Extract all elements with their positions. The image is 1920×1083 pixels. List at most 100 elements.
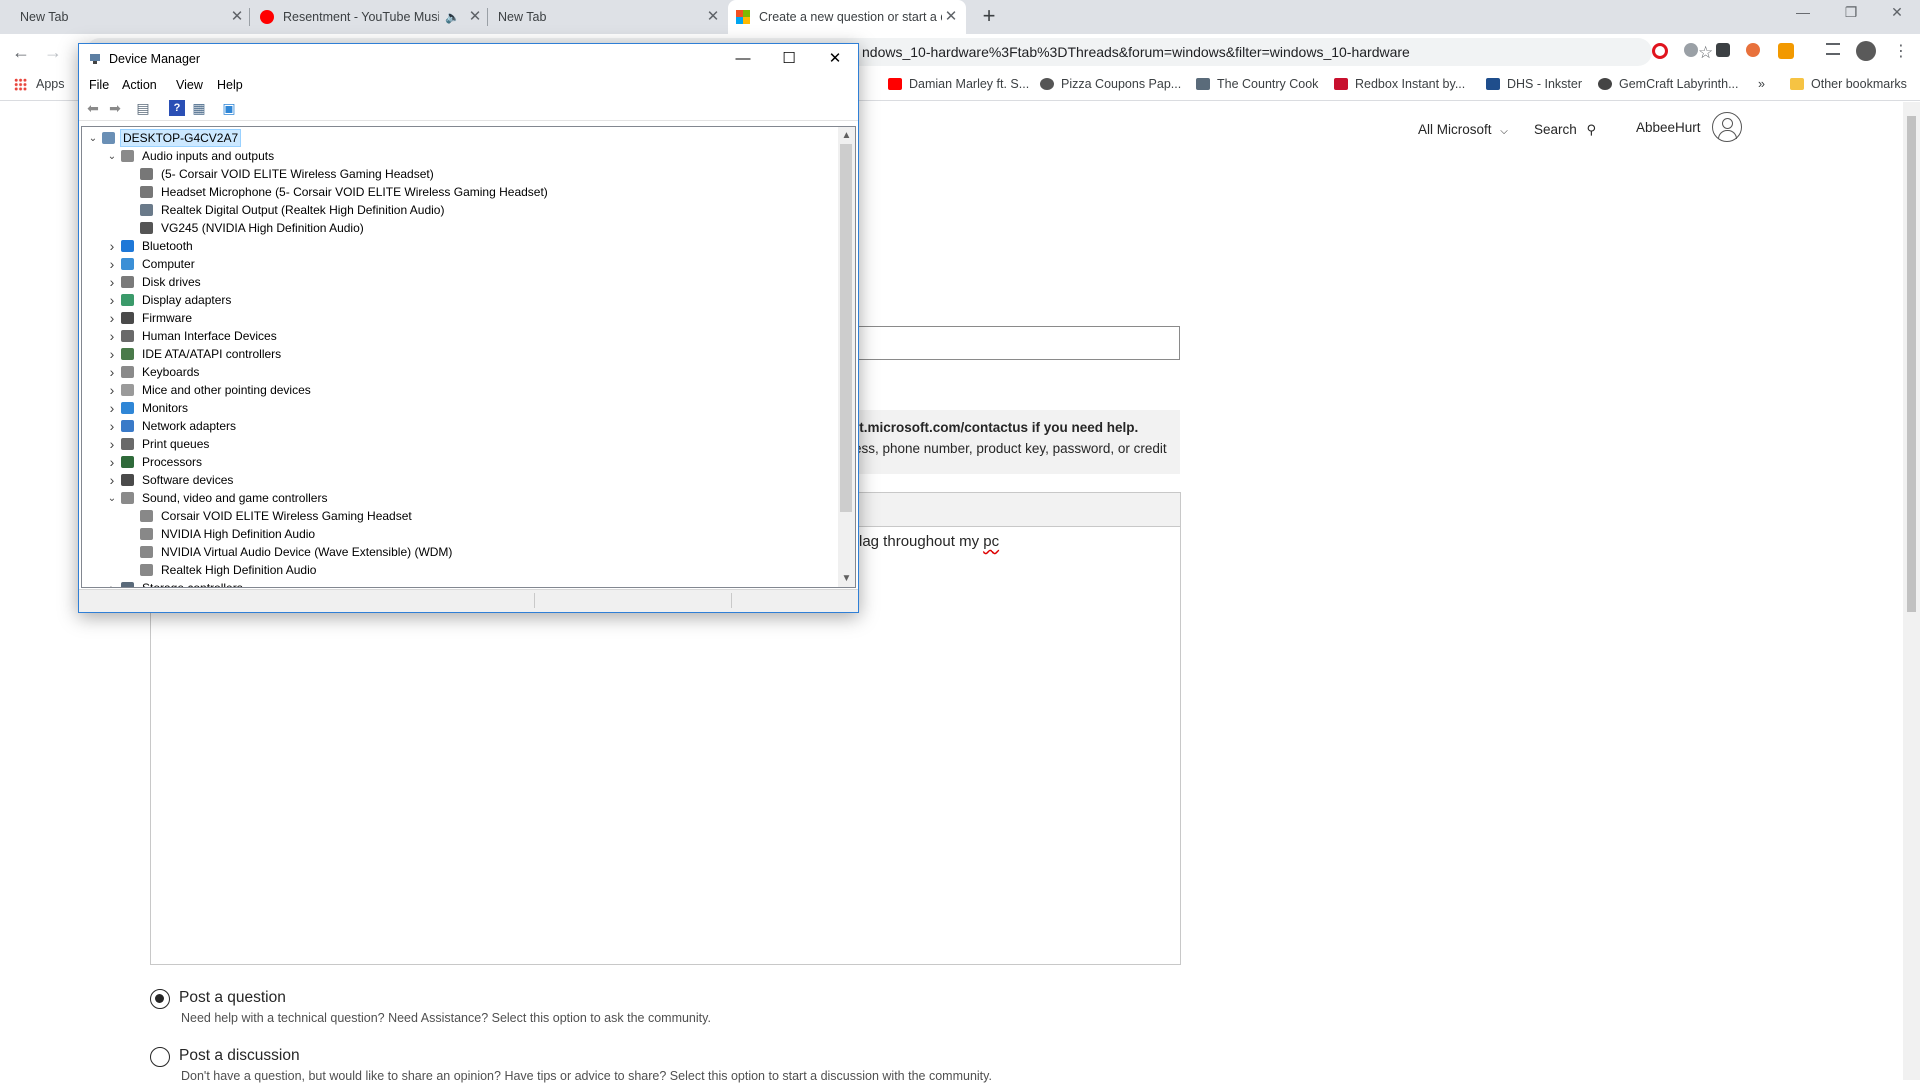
opera-extension-icon[interactable] [1652, 43, 1668, 59]
tab-youtube-music[interactable]: Resentment - YouTube Music 🔈 ✕ [252, 0, 484, 34]
collapse-chevron-icon[interactable]: › [105, 238, 119, 254]
tree-node[interactable]: › Human Interface Devices [82, 327, 842, 345]
properties-icon[interactable]: ▤ [135, 100, 151, 116]
collapse-chevron-icon[interactable]: › [105, 310, 119, 326]
expand-chevron-icon[interactable]: ⌄ [105, 151, 119, 162]
tree-node[interactable]: › Computer [82, 255, 842, 273]
avatar[interactable] [1712, 112, 1742, 142]
post-question-radio[interactable] [150, 989, 170, 1009]
page-scrollbar[interactable] [1903, 102, 1920, 1080]
expand-chevron-icon[interactable]: ⌄ [86, 133, 100, 144]
tree-node[interactable]: › Bluetooth [82, 237, 842, 255]
tree-node[interactable]: › Disk drives [82, 273, 842, 291]
tree-node[interactable]: VG245 (NVIDIA High Definition Audio) [82, 219, 842, 237]
tree-node[interactable]: › Keyboards [82, 363, 842, 381]
scrollbar-thumb[interactable] [1907, 116, 1916, 612]
extension-icon[interactable] [1746, 43, 1760, 57]
title-bar[interactable]: Device Manager — ☐ ✕ [79, 44, 858, 74]
other-bookmarks[interactable]: Other bookmarks [1790, 77, 1907, 91]
close-icon[interactable]: ✕ [942, 8, 960, 26]
tree-node[interactable]: Realtek Digital Output (Realtek High Def… [82, 201, 842, 219]
collapse-chevron-icon[interactable]: › [105, 274, 119, 290]
tree-node[interactable]: › Firmware [82, 309, 842, 327]
subject-input[interactable] [820, 326, 1180, 360]
bookmark-item[interactable]: Damian Marley ft. S... [888, 77, 1029, 91]
post-discussion-radio[interactable] [150, 1047, 170, 1067]
extension-icon[interactable] [1716, 43, 1730, 57]
all-microsoft-menu[interactable]: All Microsoft ⌵ [1418, 122, 1508, 137]
tree-node[interactable]: (5- Corsair VOID ELITE Wireless Gaming H… [82, 165, 842, 183]
bookmark-apps[interactable]: Apps [14, 77, 65, 91]
restore-button[interactable]: ❐ [1828, 4, 1874, 28]
close-icon[interactable]: ✕ [704, 8, 722, 26]
menu-help[interactable]: Help [217, 78, 243, 92]
menu-view[interactable]: View [176, 78, 203, 92]
menu-file[interactable]: File [89, 78, 109, 92]
collapse-chevron-icon[interactable]: › [105, 346, 119, 362]
back-button[interactable]: ← [10, 41, 32, 63]
back-arrow-icon[interactable]: ⬅ [85, 100, 101, 116]
tree-node[interactable]: › Storage controllers [82, 579, 842, 587]
expand-chevron-icon[interactable]: ⌄ [105, 493, 119, 504]
tree-scrollbar-thumb[interactable] [840, 144, 852, 512]
tree-node[interactable]: › Display adapters [82, 291, 842, 309]
tree-node[interactable]: › Monitors [82, 399, 842, 417]
tree-node[interactable]: ⌄ Sound, video and game controllers [82, 489, 842, 507]
tree-node[interactable]: › Software devices [82, 471, 842, 489]
collapse-chevron-icon[interactable]: › [105, 256, 119, 272]
tab-create-question[interactable]: Create a new question or start a discuss… [728, 0, 966, 34]
tab-new-tab-1[interactable]: New Tab ✕ [8, 0, 246, 34]
bookmark-item[interactable]: GemCraft Labyrinth... [1598, 77, 1739, 91]
collapse-chevron-icon[interactable]: › [105, 472, 119, 488]
collapse-chevron-icon[interactable]: › [105, 454, 119, 470]
tree-node[interactable]: ⌄ Audio inputs and outputs [82, 147, 842, 165]
help-icon[interactable]: ? [169, 100, 185, 116]
tree-node[interactable]: › IDE ATA/ATAPI controllers [82, 345, 842, 363]
collapse-chevron-icon[interactable]: › [105, 292, 119, 308]
tab-new-tab-2[interactable]: New Tab ✕ [490, 0, 722, 34]
search-link[interactable]: Search ⚲ [1534, 122, 1596, 138]
more-menu-icon[interactable]: ⋮ [1890, 41, 1912, 63]
bookmark-item[interactable]: The Country Cook [1196, 77, 1318, 91]
bookmarks-overflow-button[interactable]: » [1758, 77, 1765, 91]
tree-node[interactable]: › Network adapters [82, 417, 842, 435]
update-driver-icon[interactable]: ▦ [191, 100, 207, 116]
tree-node[interactable]: › Print queues [82, 435, 842, 453]
tree-node[interactable]: › Mice and other pointing devices [82, 381, 842, 399]
extension-icon[interactable] [1684, 43, 1698, 57]
device-tree[interactable]: ⌄ DESKTOP-G4CV2A7 ⌄ Audio inputs and output… [81, 126, 856, 588]
tree-scrollbar[interactable]: ▲ ▼ [838, 127, 855, 587]
tree-node[interactable]: NVIDIA High Definition Audio [82, 525, 842, 543]
bookmark-item[interactable]: DHS - Inkster [1486, 77, 1582, 91]
collapse-chevron-icon[interactable]: › [105, 382, 119, 398]
collapse-chevron-icon[interactable]: › [105, 418, 119, 434]
close-button[interactable]: ✕ [813, 47, 857, 71]
bookmark-item[interactable]: Pizza Coupons Pap... [1040, 77, 1181, 91]
scroll-up-icon[interactable]: ▲ [838, 127, 855, 144]
tree-node[interactable]: › Processors [82, 453, 842, 471]
star-icon[interactable]: ☆ [1698, 43, 1713, 63]
minimize-button[interactable]: — [1780, 4, 1826, 28]
collapse-chevron-icon[interactable]: › [105, 580, 119, 587]
tree-node[interactable]: Headset Microphone (5- Corsair VOID ELIT… [82, 183, 842, 201]
tree-node[interactable]: NVIDIA Virtual Audio Device (Wave Extens… [82, 543, 842, 561]
bookmark-item[interactable]: Redbox Instant by... [1334, 77, 1465, 91]
tree-node[interactable]: Realtek High Definition Audio [82, 561, 842, 579]
forward-arrow-icon[interactable]: ➡ [107, 100, 123, 116]
collapse-chevron-icon[interactable]: › [105, 436, 119, 452]
collapse-chevron-icon[interactable]: › [105, 364, 119, 380]
scroll-down-icon[interactable]: ▼ [838, 570, 855, 587]
reading-list-icon[interactable] [1826, 43, 1840, 55]
user-name[interactable]: AbbeeHurt [1636, 120, 1701, 135]
tree-node[interactable]: Corsair VOID ELITE Wireless Gaming Heads… [82, 507, 842, 525]
maximize-button[interactable]: ☐ [767, 47, 811, 71]
new-tab-button[interactable]: + [978, 5, 1000, 28]
extension-icon[interactable] [1778, 43, 1794, 59]
speaker-icon[interactable]: 🔈 [445, 10, 460, 24]
close-window-button[interactable]: ✕ [1874, 4, 1920, 28]
close-icon[interactable]: ✕ [466, 8, 484, 26]
forward-button[interactable]: → [42, 41, 64, 63]
collapse-chevron-icon[interactable]: › [105, 400, 119, 416]
minimize-button[interactable]: — [721, 47, 765, 71]
close-icon[interactable]: ✕ [228, 8, 246, 26]
